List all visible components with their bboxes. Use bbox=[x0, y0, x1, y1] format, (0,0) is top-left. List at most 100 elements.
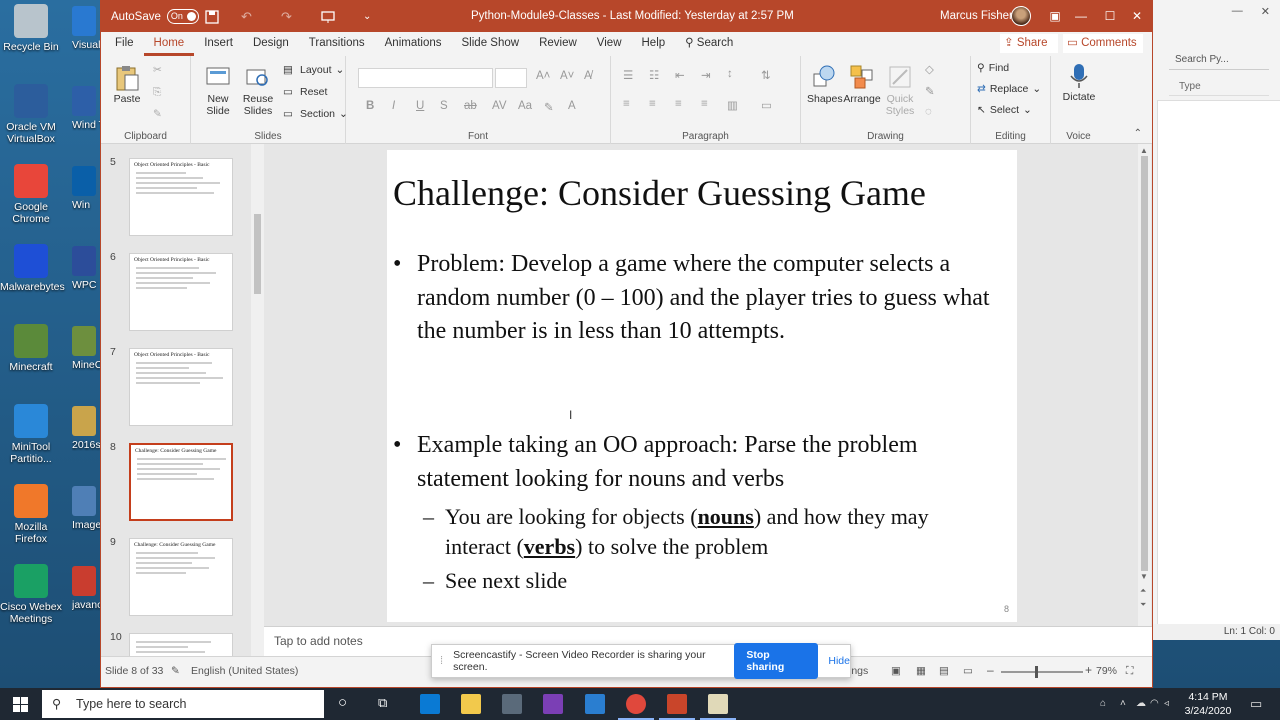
copy-icon[interactable]: ⎘ bbox=[153, 86, 161, 99]
slide-scroll-thumb[interactable] bbox=[1141, 156, 1148, 571]
task-view-icon[interactable]: ⧉ bbox=[378, 695, 387, 711]
desktop-icon-google-chrome[interactable]: Google Chrome bbox=[0, 164, 62, 225]
close-icon[interactable]: ✕ bbox=[1123, 1, 1151, 32]
cortana-icon[interactable]: ○ bbox=[338, 694, 347, 711]
undo-icon[interactable]: ↶ bbox=[241, 1, 252, 32]
desktop-icon-oracle-vm-virtualbox[interactable]: Oracle VM VirtualBox bbox=[0, 84, 62, 145]
edge-icon[interactable] bbox=[420, 694, 440, 714]
desktop-icon-cisco-webex-meetings[interactable]: Cisco Webex Meetings bbox=[0, 564, 62, 625]
tab-file[interactable]: File bbox=[105, 32, 144, 56]
tab-view[interactable]: View bbox=[587, 32, 632, 56]
slide-bullet-example[interactable]: • Example taking an OO approach: Parse t… bbox=[393, 429, 1012, 496]
powerpoint-taskbar-icon[interactable] bbox=[659, 694, 695, 720]
replace-button[interactable]: ⇄ Replace ⌄ bbox=[977, 83, 1041, 95]
slide-canvas[interactable]: Challenge: Consider Guessing Game • Prob… bbox=[387, 150, 1017, 622]
align-text-icon[interactable]: ▭ bbox=[761, 98, 772, 112]
shrink-font-icon[interactable]: A˅ bbox=[560, 70, 574, 82]
visual-studio-icon[interactable] bbox=[543, 694, 563, 714]
slide-thumbnail[interactable]: Object Oriented Principles - Basic bbox=[129, 253, 233, 331]
spelling-icon[interactable]: ✎ bbox=[171, 665, 180, 677]
select-button[interactable]: ↖ Select ⌄ bbox=[977, 104, 1032, 116]
hide-button[interactable]: Hide bbox=[828, 655, 850, 667]
desktop-icon-minitool-partitio-[interactable]: MiniTool Partitio... bbox=[0, 404, 62, 465]
numbering-icon[interactable]: ☷ bbox=[649, 68, 659, 82]
zoom-slider-handle[interactable] bbox=[1035, 666, 1038, 678]
tab-home[interactable]: Home bbox=[143, 32, 195, 56]
autosave-toggle[interactable]: On bbox=[166, 9, 199, 24]
line-spacing-icon[interactable]: ↕ bbox=[727, 68, 733, 80]
zoom-level[interactable]: 79% bbox=[1096, 665, 1117, 677]
start-button[interactable] bbox=[0, 688, 42, 720]
desktop-icon-partial[interactable]: Visual S Co bbox=[72, 6, 102, 51]
slide-bullet-problem[interactable]: • Problem: Develop a game where the comp… bbox=[393, 248, 997, 349]
tab-slide-show[interactable]: Slide Show bbox=[452, 32, 530, 56]
background-search-input[interactable]: Search Py... bbox=[1169, 50, 1269, 70]
autosave-control[interactable]: AutoSave On bbox=[111, 9, 199, 24]
comments-button[interactable]: ▭ Comments bbox=[1063, 34, 1143, 53]
cut-icon[interactable]: ✂ bbox=[153, 64, 162, 76]
onedrive-icon[interactable]: ☁ bbox=[1136, 698, 1146, 709]
dictate-button[interactable]: Dictate bbox=[1059, 62, 1099, 103]
wifi-icon[interactable]: ◠ bbox=[1150, 698, 1159, 709]
arrange-button[interactable]: Arrange bbox=[843, 64, 881, 105]
user-name[interactable]: Marcus Fisher bbox=[940, 1, 1013, 32]
store-icon[interactable] bbox=[502, 694, 522, 714]
font-size-box[interactable] bbox=[495, 68, 527, 88]
shapes-button[interactable]: Shapes bbox=[807, 64, 843, 105]
notification-icon[interactable]: ▭ bbox=[1250, 696, 1262, 712]
paste-button[interactable]: Paste bbox=[111, 64, 143, 105]
previous-slide-icon[interactable]: ⏶ bbox=[1140, 586, 1146, 596]
zoom-slider[interactable] bbox=[1001, 666, 1083, 678]
present-icon[interactable] bbox=[321, 1, 335, 32]
layout-button[interactable]: ▤ Layout ⌄ bbox=[283, 64, 344, 76]
align-left-icon[interactable]: ≡ bbox=[623, 98, 630, 110]
language-indicator[interactable]: English (United States) bbox=[191, 665, 298, 677]
desktop-icon-minecraft[interactable]: Minecraft bbox=[0, 324, 62, 373]
fit-to-window-icon[interactable]: ⛶ bbox=[1126, 665, 1133, 678]
background-editor-pane[interactable] bbox=[1157, 100, 1280, 630]
slide-title[interactable]: Challenge: Consider Guessing Game bbox=[393, 172, 926, 214]
desktop-icon-partial[interactable]: WPC bbox=[72, 246, 102, 291]
ribbon-display-icon[interactable]: ▣ bbox=[1041, 1, 1069, 32]
taskbar-search-input[interactable]: ⚲ Type here to search bbox=[42, 690, 324, 718]
shape-effects-icon[interactable]: ◌ bbox=[925, 106, 932, 118]
bullets-icon[interactable]: ☰ bbox=[623, 68, 633, 82]
scroll-down-icon[interactable]: ▼ bbox=[1140, 572, 1148, 581]
columns-icon[interactable]: ▥ bbox=[727, 98, 738, 112]
mail-icon[interactable] bbox=[585, 694, 605, 714]
case-icon[interactable]: Aa bbox=[518, 100, 532, 112]
desktop-icon-partial[interactable]: Wind TSh bbox=[72, 86, 102, 131]
slide-thumbnail[interactable] bbox=[129, 633, 233, 656]
tab-design[interactable]: Design bbox=[243, 32, 299, 56]
maximize-icon[interactable]: ☐ bbox=[1096, 1, 1124, 32]
align-right-icon[interactable]: ≡ bbox=[675, 98, 682, 110]
quick-styles-button[interactable]: Quick Styles bbox=[883, 64, 917, 117]
increase-indent-icon[interactable]: ⇥ bbox=[701, 68, 711, 82]
justify-icon[interactable]: ≡ bbox=[701, 98, 708, 110]
chrome-icon[interactable] bbox=[618, 694, 654, 720]
zoom-in-icon[interactable]: + bbox=[1085, 663, 1092, 677]
volume-icon[interactable]: ◃ bbox=[1164, 698, 1169, 709]
avatar[interactable] bbox=[1011, 6, 1031, 26]
desktop-icon-partial[interactable]: Win bbox=[72, 166, 102, 211]
italic-icon[interactable]: I bbox=[392, 100, 395, 112]
desktop-icon-malwarebytes[interactable]: Malwarebytes bbox=[0, 244, 65, 293]
desktop-icon-partial[interactable]: ImageF bbox=[72, 486, 102, 531]
highlight-icon[interactable]: ✎ bbox=[544, 100, 554, 114]
desktop-icon-recycle-bin[interactable]: Recycle Bin bbox=[0, 4, 62, 53]
thumbnail-scrollbar[interactable] bbox=[251, 144, 264, 656]
people-icon[interactable]: ⌂ bbox=[1100, 698, 1106, 709]
background-type-field[interactable]: Type bbox=[1169, 78, 1269, 96]
desktop-icon-mozilla-firefox[interactable]: Mozilla Firefox bbox=[0, 484, 62, 545]
underline-icon[interactable]: U bbox=[416, 100, 424, 112]
shape-outline-icon[interactable]: ✎ bbox=[925, 84, 935, 98]
desktop-icon-partial[interactable]: MineC bbox=[72, 326, 102, 371]
align-center-icon[interactable]: ≡ bbox=[649, 98, 656, 110]
redo-icon[interactable]: ↷ bbox=[281, 1, 292, 32]
next-slide-icon[interactable]: ⏷ bbox=[1140, 600, 1146, 610]
tab-insert[interactable]: Insert bbox=[194, 32, 243, 56]
format-painter-icon[interactable]: ✎ bbox=[153, 108, 162, 120]
slideshow-view-icon[interactable]: ▭ bbox=[963, 665, 973, 677]
customize-toolbar-icon[interactable]: ⌄ bbox=[363, 1, 371, 32]
strikethrough-icon[interactable]: ab bbox=[464, 100, 477, 112]
